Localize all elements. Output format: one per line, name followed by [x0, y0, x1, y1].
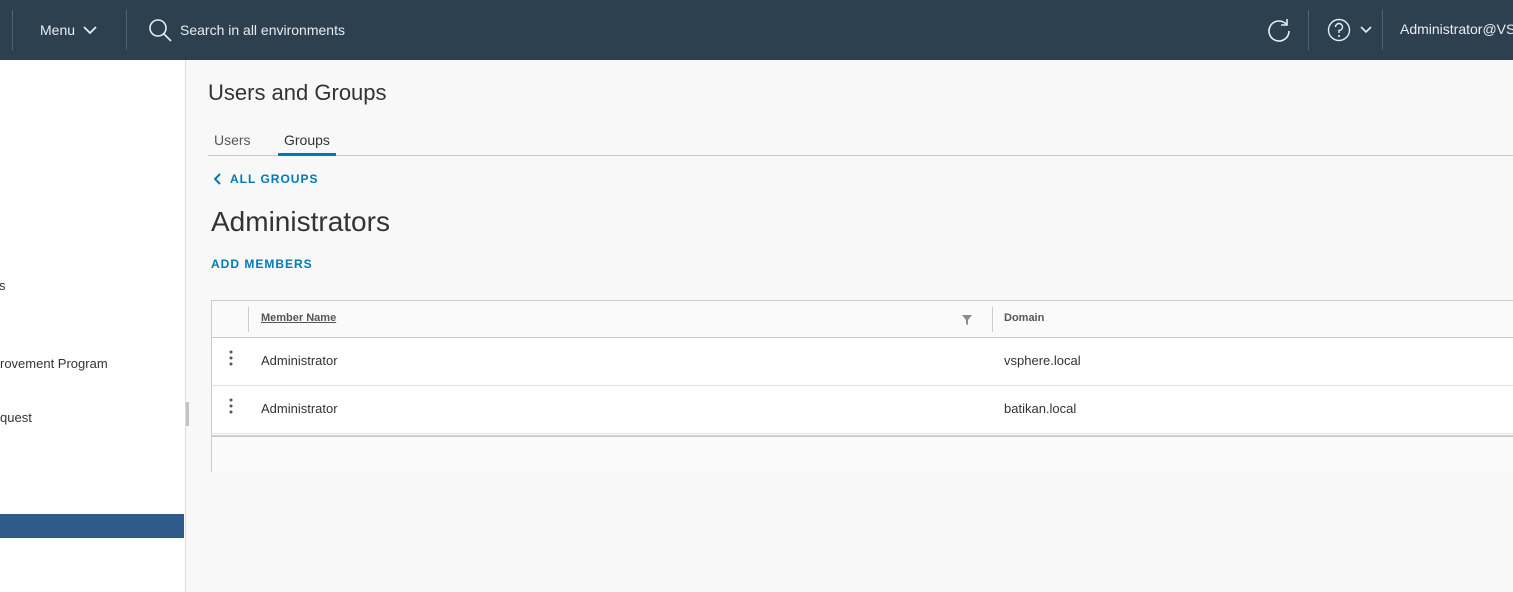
- column-header-member-name[interactable]: Member Name: [261, 312, 336, 324]
- header-divider: [126, 10, 127, 50]
- members-datagrid: Member Name Domain Administrator vsphere…: [211, 300, 1513, 472]
- datagrid-header: Member Name Domain: [212, 301, 1513, 338]
- group-title: Administrators: [211, 206, 390, 237]
- chevron-down-icon: [83, 26, 97, 35]
- sidebar-item[interactable]: rovement Program: [0, 352, 184, 376]
- menu-button[interactable]: Menu: [28, 18, 109, 42]
- domain-cell: vsphere.local: [1004, 353, 1081, 368]
- member-name-cell: Administrator: [261, 401, 338, 416]
- main-content: Users and Groups Users Groups ALL GROUPS…: [188, 60, 1513, 592]
- tab-bar: Users Groups: [208, 126, 1513, 156]
- refresh-button[interactable]: [1266, 17, 1292, 43]
- column-separator: [248, 307, 249, 332]
- chevron-left-icon: [214, 173, 221, 185]
- member-name-cell: Administrator: [261, 353, 338, 368]
- header-divider: [1382, 10, 1383, 50]
- domain-cell: batikan.local: [1004, 401, 1077, 416]
- row-actions-icon[interactable]: [225, 397, 237, 417]
- sidebar-item-label: rovement Program: [0, 356, 108, 371]
- sidebar-item[interactable]: quest: [0, 406, 184, 430]
- column-resize-handle[interactable]: [992, 307, 993, 332]
- tab-groups[interactable]: Groups: [278, 126, 336, 156]
- search-input[interactable]: [180, 18, 620, 42]
- sidebar-item-label: s: [0, 278, 6, 293]
- add-members-button[interactable]: ADD MEMBERS: [211, 257, 313, 271]
- page-title: Users and Groups: [208, 80, 387, 105]
- all-groups-label: ALL GROUPS: [230, 172, 319, 186]
- table-row[interactable]: Administrator vsphere.local: [212, 338, 1513, 386]
- filter-icon[interactable]: [962, 315, 972, 325]
- table-row[interactable]: Administrator batikan.local: [212, 386, 1513, 434]
- header-divider: [1308, 10, 1309, 50]
- sidebar-item-label: quest: [0, 410, 32, 425]
- column-header-domain[interactable]: Domain: [1004, 312, 1044, 324]
- sidebar-item[interactable]: s: [0, 274, 184, 298]
- all-groups-link[interactable]: ALL GROUPS: [214, 172, 318, 186]
- user-menu[interactable]: Administrator@VSPHERE.LOCAL: [1400, 21, 1513, 37]
- sidebar: s rovement Program quest: [0, 60, 186, 592]
- sidebar-item-active[interactable]: [0, 514, 184, 538]
- global-search[interactable]: [148, 16, 648, 44]
- row-actions-icon[interactable]: [225, 349, 237, 369]
- top-header: Menu Administrator@VSPHERE.LOCAL: [0, 0, 1513, 60]
- menu-label: Menu: [40, 22, 76, 38]
- header-divider: [12, 10, 13, 50]
- tab-users[interactable]: Users: [208, 126, 257, 156]
- chevron-down-icon: [1360, 26, 1372, 34]
- help-icon: [1327, 18, 1351, 42]
- search-icon: [149, 19, 172, 42]
- datagrid-footer: [212, 435, 1513, 472]
- refresh-icon: [1268, 19, 1290, 42]
- help-button[interactable]: [1326, 17, 1372, 43]
